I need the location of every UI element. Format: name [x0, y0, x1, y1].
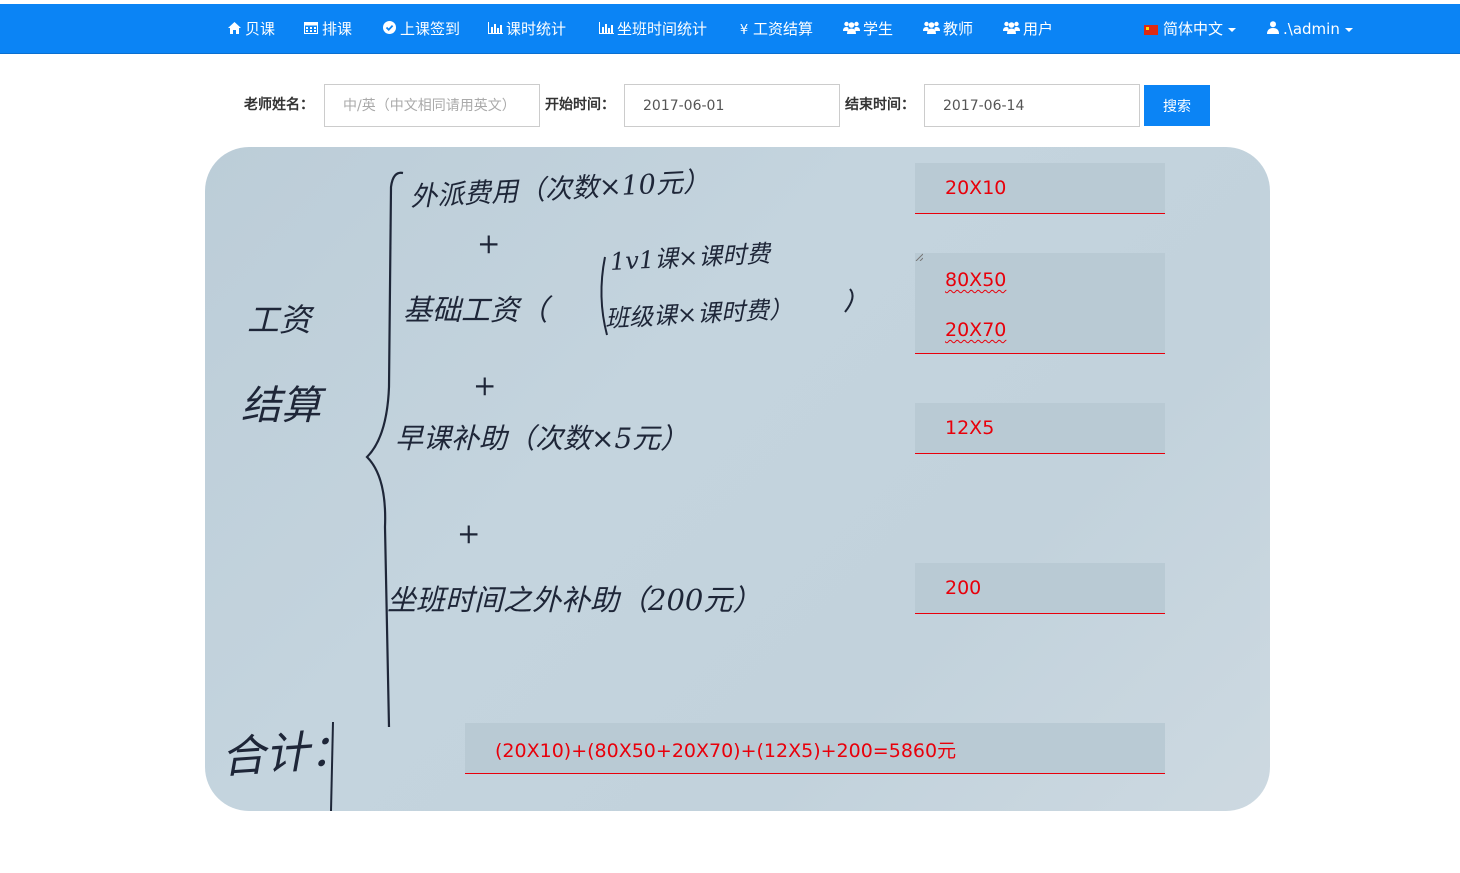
- yen-icon: ¥: [739, 23, 749, 38]
- end-date-label: 结束时间：: [845, 97, 915, 113]
- dispatch-fee-field[interactable]: 20X10: [915, 163, 1165, 214]
- nav-item-label: 课时统计: [506, 20, 567, 38]
- search-button[interactable]: 搜索: [1144, 85, 1210, 126]
- bar-chart-icon: [598, 6, 614, 56]
- home-icon: [226, 6, 242, 56]
- start-date-input[interactable]: [624, 84, 840, 127]
- nav-item-salary[interactable]: ¥ 工资结算: [738, 4, 813, 54]
- chevron-down-icon: [1228, 27, 1237, 32]
- nav-item-label: 上课签到: [400, 20, 461, 38]
- note-line-morning-subsidy: 早课补助（次数×5元）: [395, 422, 689, 455]
- extra-subsidy-field[interactable]: 200: [915, 563, 1165, 614]
- base-salary-1v1-value: 80X50: [945, 269, 1007, 291]
- nav-item-schedule[interactable]: 排课: [303, 4, 352, 54]
- note-total-label: 合计：: [219, 723, 355, 784]
- salary-formula-photo: 工资 结算 外派费用（次数×10元） + 基础工资（ 1v1课×课时费 班级课×…: [205, 147, 1270, 811]
- nav-item-checkin[interactable]: 上课签到: [381, 4, 460, 54]
- user-icon: [1266, 6, 1280, 56]
- total-field[interactable]: (20X10)+(80X50+20X70)+(12X5)+200=5860元: [465, 723, 1165, 774]
- total-value: (20X10)+(80X50+20X70)+(12X5)+200=5860元: [495, 740, 957, 762]
- nav-item-label: 教师: [943, 20, 974, 38]
- note-plus-2: +: [473, 369, 497, 402]
- extra-subsidy-value: 200: [945, 577, 982, 599]
- note-title-settlement: 结算: [241, 383, 321, 429]
- teacher-name-label: 老师姓名：: [244, 97, 314, 113]
- top-navbar: 贝课 排课 上课签到 课时统计 坐班时间统计 ¥ 工资结算 学生 教师 用户 简…: [0, 4, 1460, 54]
- note-title-salary: 工资: [247, 301, 312, 339]
- teacher-name-input[interactable]: [324, 84, 540, 127]
- note-plus-3: +: [457, 517, 481, 550]
- start-date-label: 开始时间：: [545, 97, 615, 113]
- nav-item-label: 工资结算: [753, 20, 814, 38]
- bar-chart-icon: [487, 6, 503, 56]
- chevron-down-icon: [1344, 27, 1353, 32]
- note-plus-1: +: [477, 227, 501, 260]
- nav-item-label: 贝课: [245, 20, 276, 38]
- morning-subsidy-field[interactable]: 12X5: [915, 403, 1165, 454]
- calendar-icon: [303, 6, 319, 56]
- nav-item-label: 坐班时间统计: [617, 20, 708, 38]
- base-salary-field[interactable]: 80X50 20X70: [915, 253, 1165, 354]
- check-circle-icon: [381, 6, 397, 56]
- language-dropdown[interactable]: 简体中文: [1144, 4, 1237, 54]
- nav-item-label: 排课: [322, 20, 353, 38]
- nav-item-teachers[interactable]: 教师: [922, 4, 973, 54]
- user-name: .\admin: [1283, 20, 1340, 38]
- nav-item-students[interactable]: 学生: [842, 4, 893, 54]
- users-icon: [1002, 6, 1020, 56]
- user-menu-dropdown[interactable]: .\admin: [1266, 4, 1353, 54]
- resize-handle-icon[interactable]: [915, 253, 923, 261]
- morning-subsidy-value: 12X5: [945, 417, 995, 439]
- nav-item-label: 用户: [1023, 20, 1054, 38]
- users-icon: [922, 6, 940, 56]
- nav-item-label: 学生: [863, 20, 894, 38]
- base-salary-group-value: 20X70: [945, 319, 1007, 341]
- language-label: 简体中文: [1163, 20, 1224, 38]
- nav-item-beike[interactable]: 贝课: [226, 4, 275, 54]
- china-flag-icon: [1144, 25, 1158, 35]
- users-icon: [842, 6, 860, 56]
- nav-item-users[interactable]: 用户: [1002, 4, 1053, 54]
- note-line-base-salary: 基础工资（: [403, 293, 549, 327]
- dispatch-fee-value: 20X10: [945, 177, 1007, 199]
- end-date-input[interactable]: [924, 84, 1140, 127]
- nav-item-class-hours[interactable]: 课时统计: [487, 4, 566, 54]
- note-line-extra-subsidy: 坐班时间之外补助（200元）: [387, 583, 762, 617]
- nav-item-office-time[interactable]: 坐班时间统计: [598, 4, 707, 54]
